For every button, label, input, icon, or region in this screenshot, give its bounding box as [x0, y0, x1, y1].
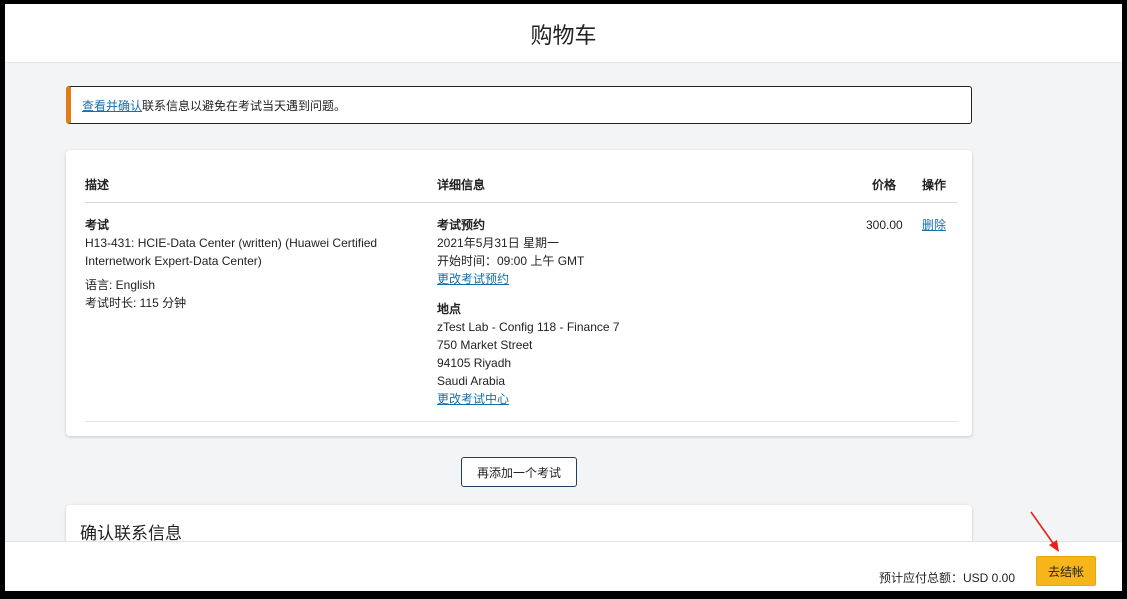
location-line: zTest Lab - Config 118 - Finance 7 [437, 320, 620, 334]
column-header-details: 详细信息 [437, 178, 486, 192]
exam-duration: 考试时长: 115 分钟 [85, 296, 187, 310]
column-header-description: 描述 [85, 178, 110, 192]
location-line: 750 Market Street [437, 338, 533, 352]
change-appointment-link[interactable]: 更改考试预约 [437, 272, 509, 286]
item-type: 考试 [85, 218, 110, 232]
cart-items-card: 描述 详细信息 价格 操作 考试 H13-431: HCIE-Data Cent… [66, 150, 972, 436]
column-header-action: 操作 [922, 178, 947, 192]
location-line: Saudi Arabia [437, 374, 506, 388]
exam-language: 语言: English [85, 278, 156, 292]
total-label: 预计应付总额： [878, 571, 963, 585]
appointment-start-time: 开始时间：09:00 上午 GMT [437, 254, 585, 268]
row-divider [85, 421, 958, 422]
add-another-exam-button[interactable]: 再添加一个考试 [461, 457, 577, 487]
checkout-bar: 预计应付总额：USD 0.00 去结帐 [5, 541, 1122, 591]
review-confirm-link[interactable]: 查看并确认 [82, 97, 142, 114]
appointment-date: 2021年5月31日 星期一 [437, 236, 560, 250]
total-value: USD 0.00 [962, 571, 1015, 585]
exam-name: H13-431: HCIE-Data Center (written) (Hua… [85, 236, 378, 268]
location-heading: 地点 [437, 302, 462, 316]
appointment-heading: 考试预约 [437, 218, 486, 232]
column-header-price: 价格 [872, 178, 897, 192]
checkout-button[interactable]: 去结帐 [1036, 556, 1096, 586]
item-price: 300.00 [866, 218, 903, 232]
details-cell: 考试预约 2021年5月31日 星期一 开始时间：09:00 上午 GMT 更改… [437, 216, 797, 408]
location-line: 94105 Riyadh [437, 356, 512, 370]
alert-message: 联系信息以避免在考试当天遇到问题。 [142, 98, 347, 113]
red-arrow-annotation-icon [1030, 511, 1059, 552]
page-title: 购物车 [530, 24, 597, 49]
header-divider [85, 202, 958, 203]
page-header: 购物车 [5, 4, 1122, 63]
contact-info-alert: 查看并确认 联系信息以避免在考试当天遇到问题。 [66, 86, 972, 124]
change-test-center-link[interactable]: 更改考试中心 [437, 392, 509, 406]
description-cell: 考试 H13-431: HCIE-Data Center (written) (… [85, 216, 415, 312]
app-window: 购物车 查看并确认 联系信息以避免在考试当天遇到问题。 描述 详细信息 价格 操作… [0, 0, 1127, 599]
delete-link[interactable]: 删除 [922, 218, 946, 232]
estimated-total: 预计应付总额：USD 0.00 [879, 569, 1015, 586]
